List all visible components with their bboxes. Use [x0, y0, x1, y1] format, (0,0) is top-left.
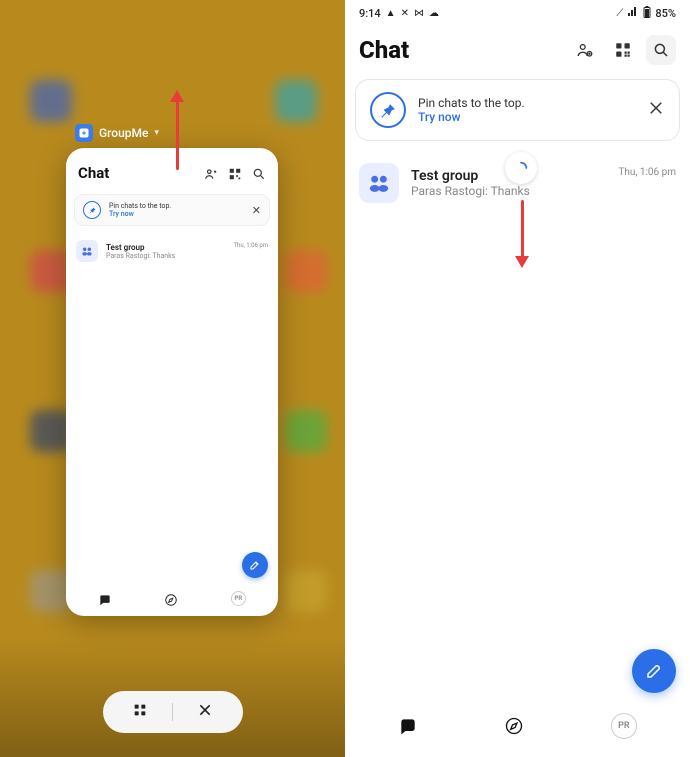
recents-system-pill — [103, 691, 243, 733]
annotation-arrow-up — [170, 90, 184, 170]
close-app-button[interactable] — [197, 702, 213, 722]
chat-name: Test group — [106, 243, 225, 252]
preview-bottom-nav: PR — [66, 583, 278, 616]
recents-card-label[interactable]: GroupMe ▾ — [75, 124, 159, 142]
annotation-arrow-down — [515, 200, 529, 268]
discover-tab-icon — [164, 592, 178, 606]
search-button[interactable] — [646, 35, 676, 65]
banner-close-button[interactable] — [647, 99, 665, 121]
chat-tab[interactable] — [398, 716, 418, 736]
add-contact-button[interactable] — [570, 35, 600, 65]
app-header: Chat — [345, 25, 690, 79]
bg-app-icon — [275, 80, 317, 122]
notif-icon: ▲ — [386, 8, 396, 19]
chat-time: Thu, 1:06 pm — [618, 167, 676, 178]
bg-app-icon — [285, 570, 327, 612]
search-icon — [252, 166, 266, 180]
group-avatar-icon — [76, 240, 98, 262]
pull-refresh-spinner — [505, 152, 537, 184]
bg-app-icon — [30, 80, 72, 122]
profile-tab[interactable]: PR — [611, 713, 637, 739]
divider — [172, 703, 173, 721]
status-time: 9:14 — [359, 7, 381, 20]
qr-icon — [228, 166, 242, 180]
banner-try-now: Try now — [109, 210, 244, 218]
recents-overview: GroupMe ▾ Chat Pin chats — [0, 0, 345, 757]
group-avatar-icon — [359, 163, 399, 203]
battery-icon — [643, 6, 651, 21]
compose-fab — [242, 552, 268, 578]
notif-icon: ☁ — [429, 8, 439, 19]
status-bar: 9:14 ▲ ✕ ⋈ ☁ ⟋ 85% — [345, 0, 690, 25]
recents-app-card[interactable]: Chat Pin chats to the top. Try now — [66, 148, 278, 616]
signal-icon — [627, 7, 639, 20]
wifi-off-icon: ⟋ — [616, 8, 623, 19]
bottom-nav: PR — [345, 699, 690, 757]
banner-text: Pin chats to the top. — [418, 96, 635, 110]
chat-preview-msg: Paras Rastogi: Thanks — [411, 184, 606, 198]
close-icon: ✕ — [252, 204, 261, 217]
banner-try-now-link[interactable]: Try now — [418, 110, 635, 124]
bg-app-icon — [285, 250, 327, 292]
chevron-down-icon: ▾ — [154, 128, 159, 138]
preview-title: Chat — [78, 164, 204, 182]
preview-chat-row: Test group Paras Rastogi: Thanks Thu, 1:… — [66, 230, 278, 272]
apps-grid-button[interactable] — [132, 702, 148, 722]
pin-icon — [83, 201, 101, 219]
pin-chats-banner[interactable]: Pin chats to the top. Try now — [355, 79, 680, 141]
profile-tab-badge: PR — [231, 591, 246, 606]
page-title: Chat — [359, 36, 562, 64]
status-battery-pct: 85% — [655, 7, 676, 20]
notif-icon: ✕ — [401, 8, 409, 19]
chat-tab-icon — [98, 592, 112, 606]
compose-fab[interactable] — [632, 649, 676, 693]
notif-icon: ⋈ — [414, 8, 424, 19]
banner-text: Pin chats to the top. — [109, 202, 244, 210]
chat-time: Thu, 1:06 pm — [233, 242, 268, 249]
preview-pin-banner: Pin chats to the top. Try now ✕ — [74, 194, 270, 226]
bg-app-icon — [285, 410, 327, 452]
app-name-label: GroupMe — [99, 126, 148, 140]
chat-preview-msg: Paras Rastogi: Thanks — [106, 252, 225, 260]
add-contact-icon — [204, 166, 218, 180]
pin-icon — [370, 92, 406, 128]
groupme-app-icon — [75, 124, 93, 142]
qr-button[interactable] — [608, 35, 638, 65]
chat-app-screen: 9:14 ▲ ✕ ⋈ ☁ ⟋ 85% Chat — [345, 0, 690, 757]
discover-tab[interactable] — [504, 716, 524, 736]
